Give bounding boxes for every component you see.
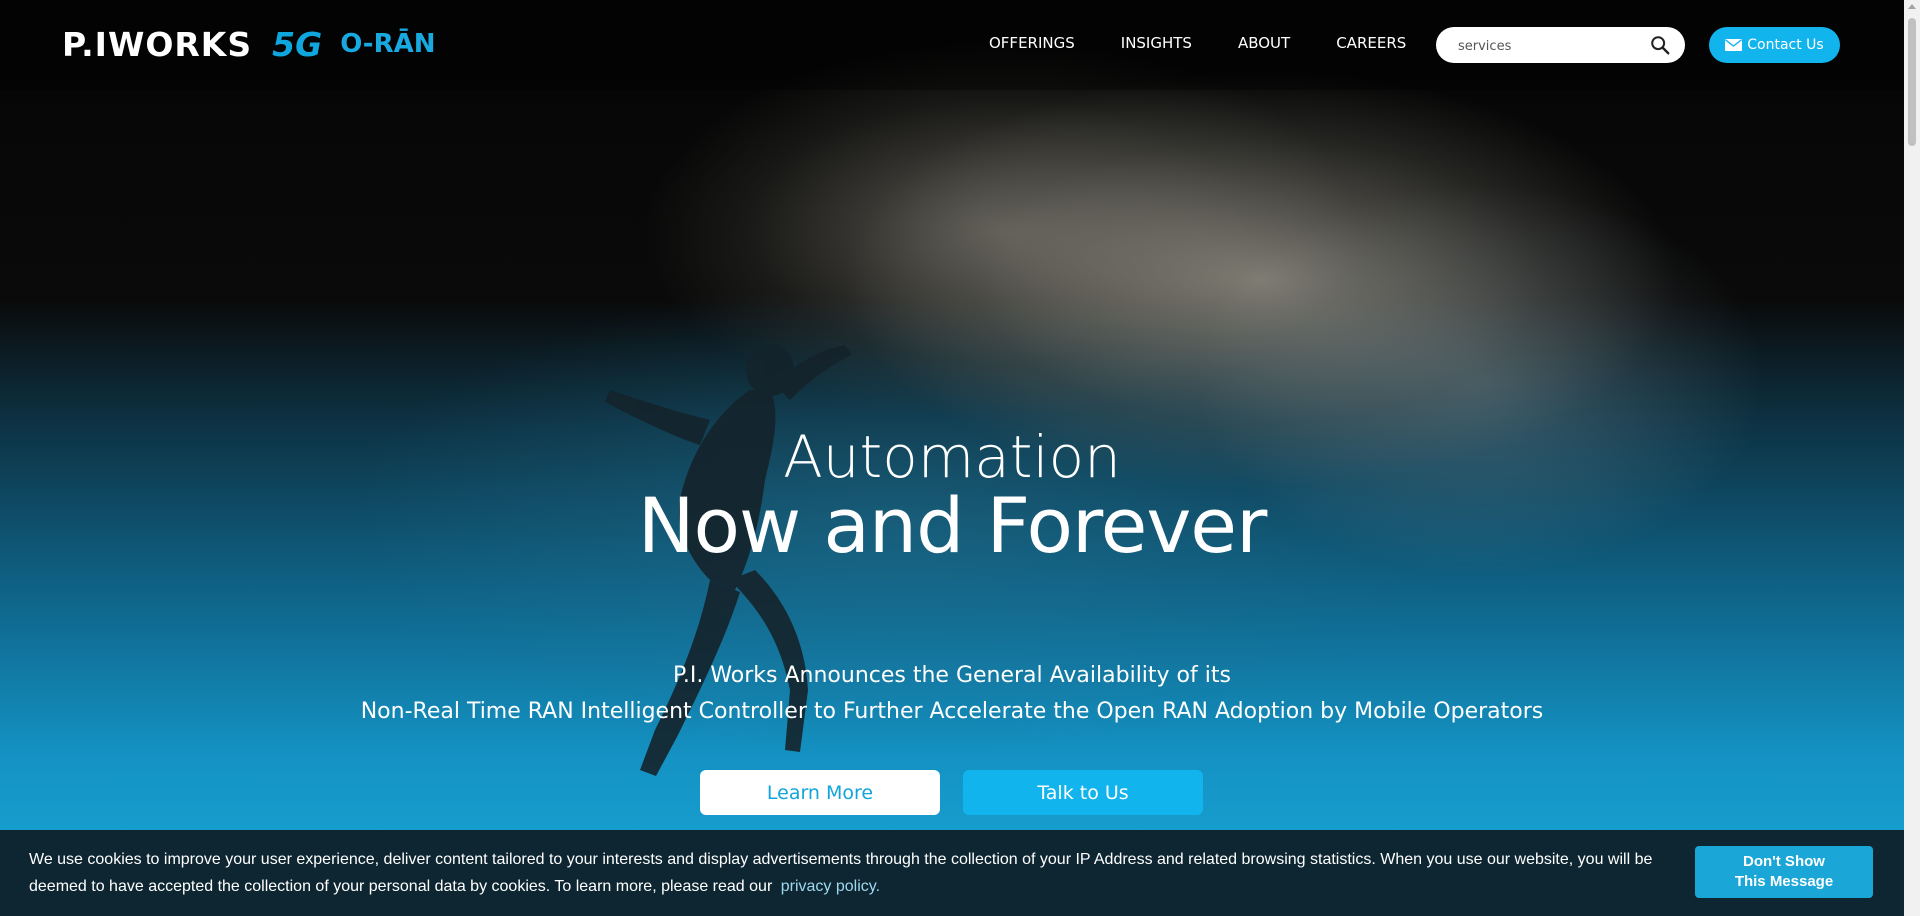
contact-us-label: Contact Us [1747,37,1824,53]
hero-subtitle-line1: P.I. Works Announces the General Availab… [673,663,1231,688]
logo[interactable]: P.IWORKS 5G O-RĀN [62,24,436,64]
dont-show-label-line2: This Message [1734,873,1834,890]
logo-oran-badge: O-RĀN [340,29,436,59]
scroll-up-arrow-icon[interactable] [1908,4,1916,9]
nav-insights[interactable]: INSIGHTS [1121,34,1192,52]
cookie-message: We use cookies to improve your user expe… [29,846,1669,900]
main-nav: OFFERINGS INSIGHTS ABOUT CAREERS [989,34,1452,52]
dont-show-button[interactable]: Don't Show This Message [1695,846,1873,898]
site-header: P.IWORKS 5G O-RĀN OFFERINGS INSIGHTS ABO… [0,0,1904,90]
nav-about[interactable]: ABOUT [1238,34,1290,52]
dont-show-label-line1: Don't Show [1743,853,1825,870]
page: P.IWORKS 5G O-RĀN OFFERINGS INSIGHTS ABO… [0,0,1920,916]
contact-us-button[interactable]: Contact Us [1709,27,1840,63]
page-scrollbar[interactable] [1904,0,1920,916]
logo-5g-badge: 5G [272,24,323,64]
mail-icon [1725,39,1743,51]
search-input[interactable] [1456,35,1650,57]
scrollbar-thumb[interactable] [1908,18,1916,146]
search-box [1436,27,1685,63]
cookie-banner: We use cookies to improve your user expe… [0,830,1904,916]
learn-more-button[interactable]: Learn More [700,770,940,815]
search-icon[interactable] [1649,34,1671,56]
privacy-policy-link[interactable]: privacy policy. [781,878,880,895]
nav-careers[interactable]: CAREERS [1336,34,1406,52]
logo-brand: P.IWORKS [62,24,253,64]
hero-subtitle-line2: Non-Real Time RAN Intelligent Controller… [360,699,1544,724]
hero-headline-line2: Now and Forever [637,481,1268,570]
talk-to-us-button[interactable]: Talk to Us [963,770,1203,815]
nav-offerings[interactable]: OFFERINGS [989,34,1075,52]
